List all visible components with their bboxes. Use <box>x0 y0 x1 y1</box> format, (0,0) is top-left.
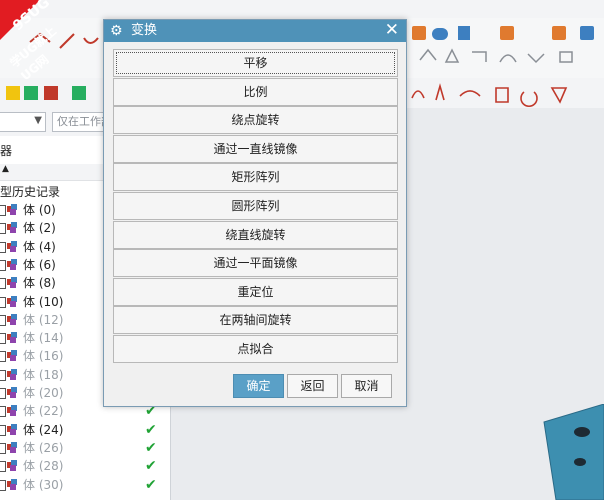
part-hole-2 <box>574 458 586 466</box>
row-label: 体 (2) <box>23 221 56 236</box>
transform-dialog: ⚙ 变换 ✕ 平移比例 绕点旋转 通过一直线镜像 矩形阵列 圆形阵列 绕直线旋转 通过一平面… <box>103 19 407 407</box>
transform-option-button[interactable]: 平移 <box>113 49 398 77</box>
navigator-row[interactable]: 体 (28) ✔ <box>0 457 170 475</box>
row-label: 体 (30) <box>23 477 64 492</box>
transform-option-button[interactable]: 在两轴间旋转 <box>113 306 398 335</box>
check-icon: ✔ <box>145 439 157 456</box>
navigator-row[interactable]: 体 (24) ✔ <box>0 421 170 439</box>
navigator-row[interactable]: 体 (26) ✔ <box>0 439 170 457</box>
chevron-down-icon: ▼ <box>34 115 42 126</box>
option-label: 平移 <box>116 52 395 74</box>
row-label: 体 (18) <box>23 367 64 382</box>
body-feature-icon <box>7 277 17 289</box>
row-label: 体 (16) <box>23 349 64 364</box>
check-icon: ✔ <box>145 421 157 438</box>
transform-option-button[interactable]: 重定位 <box>113 277 398 306</box>
check-icon: ✔ <box>145 458 157 475</box>
dialog-titlebar: ⚙ 变换 ✕ <box>104 20 406 42</box>
gear-icon: ⚙ <box>110 23 123 39</box>
row-label: 体 (10) <box>23 294 64 309</box>
transform-option-button[interactable]: 绕点旋转 <box>113 106 398 135</box>
row-label: 体 (6) <box>23 257 56 272</box>
row-label: 体 (12) <box>23 312 64 327</box>
row-label: 体 (26) <box>23 440 64 455</box>
model-history-node[interactable]: 型历史记录 <box>0 183 60 200</box>
sort-up-icon: ▲ <box>2 164 9 174</box>
transform-option-button[interactable]: 点拟合 <box>113 335 398 363</box>
body-feature-icon <box>7 368 17 380</box>
body-feature-icon <box>7 332 17 344</box>
row-label: 体 (20) <box>23 386 64 400</box>
body-feature-icon <box>7 387 17 398</box>
body-feature-icon <box>7 222 17 234</box>
body-feature-icon <box>7 423 17 435</box>
ok-button[interactable]: 确定 <box>233 374 284 398</box>
navigator-title: 器 <box>0 144 13 158</box>
body-feature-icon <box>7 313 17 325</box>
transform-option-button[interactable]: 圆形阵列 <box>113 192 398 220</box>
check-icon: ✔ <box>145 476 157 493</box>
body-feature-icon <box>7 295 17 307</box>
transform-option-button[interactable]: 绕直线旋转 <box>113 220 398 249</box>
row-label: 体 (4) <box>23 239 56 254</box>
body-feature-icon <box>7 478 17 490</box>
body-feature-icon <box>7 460 17 472</box>
row-label: 体 (22) <box>23 404 64 419</box>
close-icon[interactable]: ✕ <box>385 19 399 41</box>
body-feature-icon <box>7 204 17 215</box>
top-toolbar <box>0 0 604 19</box>
body-feature-icon <box>7 405 17 417</box>
body-feature-icon <box>7 441 17 453</box>
body-feature-icon <box>7 350 17 362</box>
part-hole-1 <box>574 427 590 437</box>
transform-option-button[interactable]: 通过一直线镜像 <box>113 134 398 163</box>
body-feature-icon <box>7 240 17 252</box>
row-label: 体 (0) <box>23 203 56 217</box>
row-label: 体 (14) <box>23 331 64 346</box>
row-label: 体 (24) <box>23 422 64 437</box>
back-button[interactable]: 返回 <box>287 374 338 398</box>
transform-option-button[interactable]: 矩形阵列 <box>113 163 398 192</box>
transform-option-button[interactable]: 通过一平面镜像 <box>113 249 398 278</box>
dialog-title: 变换 <box>131 23 158 38</box>
body-feature-icon <box>7 258 17 270</box>
row-label: 体 (8) <box>23 276 56 291</box>
type-filter-dropdown[interactable]: ▼ <box>0 112 46 132</box>
part-model[interactable] <box>536 404 604 500</box>
cancel-button[interactable]: 取消 <box>341 374 392 398</box>
transform-option-button[interactable]: 比例 <box>113 77 398 106</box>
row-label: 体 (28) <box>23 459 64 474</box>
navigator-row[interactable]: 体 (30) ✔ <box>0 476 170 494</box>
